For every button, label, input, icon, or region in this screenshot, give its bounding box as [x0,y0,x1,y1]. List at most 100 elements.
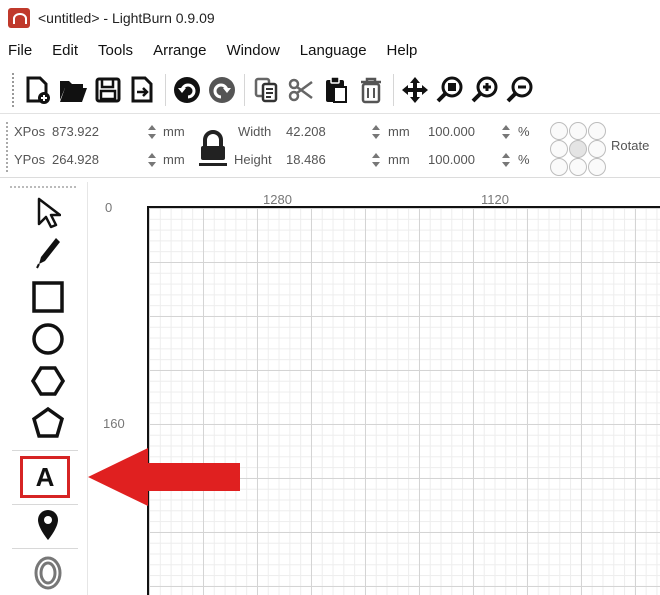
ruler-top-tick: 1120 [481,192,509,207]
ruler-left-tick: 0 [105,200,113,215]
origin-dot-selected[interactable] [569,140,587,158]
lightburn-logo-icon [8,8,30,28]
origin-dot[interactable] [550,158,568,176]
menu-edit[interactable]: Edit [52,42,78,59]
origin-dot[interactable] [588,158,606,176]
select-tool[interactable] [18,194,78,232]
width-spinner[interactable] [370,123,382,141]
origin-dot[interactable] [550,140,568,158]
ruler-left-tick: 160 [103,416,125,431]
scale-x-unit: % [518,124,530,139]
undo-icon [174,76,200,103]
ypos-unit: mm [163,152,185,167]
height-field[interactable]: 18.486 [286,152,326,167]
delete-button[interactable] [354,71,388,109]
copy-button[interactable] [249,71,283,109]
zoom-to-page-icon [436,76,463,102]
redo-button[interactable] [205,71,239,109]
import-button[interactable] [126,71,160,109]
lock-icon[interactable] [196,128,230,168]
ypos-field[interactable]: 264.928 [52,152,99,167]
origin-selector[interactable] [550,122,606,176]
highlight-arrow [88,448,240,506]
paste-button[interactable] [319,71,353,109]
title-bar: <untitled> - LightBurn 0.9.09 [0,0,660,36]
open-button[interactable] [56,71,90,109]
properties-bar: XPos 873.922 mm YPos 264.928 mm Width 42… [0,116,660,178]
height-spinner[interactable] [370,151,382,169]
tool-separator [12,504,78,505]
scale-y-unit: % [518,152,530,167]
menu-window[interactable]: Window [226,42,279,59]
width-label: Width [238,124,272,139]
xpos-spinner[interactable] [146,123,158,141]
scale-x-field[interactable]: 100.000 [428,124,475,139]
xpos-label: XPos [14,124,46,139]
menu-help[interactable]: Help [387,42,418,59]
tool-separator [12,548,78,549]
offset-rings-icon [34,556,62,590]
scale-x-spinner[interactable] [500,123,512,141]
offset-tool[interactable] [18,554,78,592]
zoom-out-icon [506,76,533,102]
origin-dot[interactable] [569,158,587,176]
polygon-tool[interactable] [18,362,78,400]
undo-button[interactable] [170,71,204,109]
move-icon [402,76,428,103]
main-toolbar [0,66,660,114]
menu-arrange[interactable]: Arrange [153,42,206,59]
menu-tools[interactable]: Tools [98,42,133,59]
map-pin-icon [38,510,58,540]
zoom-out-button[interactable] [503,71,537,109]
zoom-to-page-button[interactable] [433,71,467,109]
hexagon-icon [31,366,65,396]
origin-dot[interactable] [588,140,606,158]
ypos-spinner[interactable] [146,151,158,169]
scale-y-spinner[interactable] [500,151,512,169]
ypos-label: YPos [14,152,46,167]
cursor-arrow-icon [37,197,61,229]
save-button[interactable] [91,71,125,109]
pentagon-tool[interactable] [18,404,78,442]
xpos-field[interactable]: 873.922 [52,124,99,139]
import-icon [131,76,153,102]
tool-separator [12,450,78,451]
pencil-icon [36,238,60,269]
toolbar-separator [393,73,394,106]
move-button[interactable] [398,71,432,109]
properties-grip[interactable] [6,122,8,172]
text-tool[interactable]: A [20,456,70,498]
new-file-button[interactable] [21,71,55,109]
toolbar-grip[interactable] [12,72,15,107]
ruler-top-tick: 1280 [263,192,292,207]
cut-button[interactable] [284,71,318,109]
toolbar-separator [165,73,166,106]
position-laser-tool[interactable] [18,506,78,544]
ellipse-tool[interactable] [18,320,78,358]
origin-dot[interactable] [569,122,587,140]
tool-panel-grip[interactable] [10,186,76,188]
zoom-in-button[interactable] [468,71,502,109]
circle-icon [32,323,64,355]
origin-dot[interactable] [550,122,568,140]
scale-y-field[interactable]: 100.000 [428,152,475,167]
canvas-grid[interactable] [147,206,660,595]
paste-icon [326,75,347,103]
width-field[interactable]: 42.208 [286,124,326,139]
delete-icon [361,77,381,103]
toolbar-separator [244,73,245,106]
width-unit: mm [388,124,410,139]
pentagon-icon [31,406,65,438]
menu-bar: File Edit Tools Arrange Window Language … [0,36,660,64]
edit-nodes-tool[interactable] [18,234,78,272]
window-title: <untitled> - LightBurn 0.9.09 [38,10,215,26]
menu-language[interactable]: Language [300,42,367,59]
work-canvas[interactable]: 1280 1120 0 160 [89,182,660,595]
rectangle-tool[interactable] [18,278,78,316]
cut-icon [288,78,313,101]
origin-dot[interactable] [588,122,606,140]
height-unit: mm [388,152,410,167]
tool-panel: A [0,182,88,595]
height-label: Height [234,152,272,167]
menu-file[interactable]: File [8,42,32,59]
